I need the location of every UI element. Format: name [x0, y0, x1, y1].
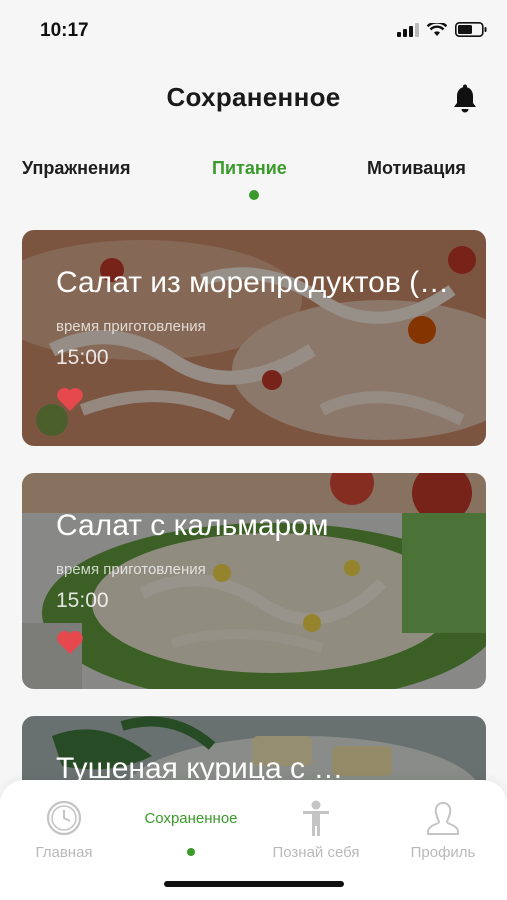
tab-bar: Упражнения Питание Мотивация — [0, 158, 507, 208]
profile-icon — [427, 801, 459, 835]
bell-icon[interactable] — [451, 84, 479, 114]
heart-icon[interactable] — [56, 386, 84, 412]
nav-item-home[interactable]: Главная — [4, 780, 124, 880]
heart-icon[interactable] — [56, 629, 84, 655]
status-time: 10:17 — [40, 20, 89, 41]
nav-item-profile[interactable]: Профиль — [383, 780, 503, 880]
wifi-icon — [427, 22, 447, 36]
active-nav-indicator — [187, 848, 195, 856]
nav-item-saved[interactable]: Сохраненное — [131, 780, 251, 880]
status-bar: 10:17 — [0, 0, 507, 60]
signal-icon — [397, 22, 419, 37]
tab-motivation[interactable]: Мотивация — [367, 158, 466, 179]
tab-nutrition[interactable]: Питание — [212, 158, 287, 179]
recipe-card[interactable]: Салат с кальмаром время приготовления 15… — [22, 473, 486, 689]
person-icon — [303, 800, 329, 836]
recipe-title: Салат из морепродуктов (… — [56, 266, 450, 299]
page-title: Сохраненное — [166, 82, 341, 112]
recipe-title: Салат с кальмаром — [56, 509, 329, 542]
nav-label-know-yourself: Познай себя — [272, 844, 360, 861]
recipe-subtitle: время приготовления — [56, 561, 206, 578]
nav-label-home: Главная — [35, 844, 93, 861]
recipe-subtitle: время приготовления — [56, 318, 206, 335]
recipe-time: 15:00 — [56, 346, 109, 369]
nav-label-saved: Сохраненное — [144, 810, 238, 827]
recipe-time: 15:00 — [56, 589, 109, 612]
clock-icon — [46, 800, 82, 836]
home-indicator — [164, 881, 344, 887]
battery-icon — [455, 22, 487, 37]
status-icons — [397, 22, 487, 37]
active-tab-indicator — [249, 190, 259, 200]
nav-item-know-yourself[interactable]: Познай себя — [256, 780, 376, 880]
tab-exercises[interactable]: Упражнения — [22, 158, 130, 179]
nav-label-profile: Профиль — [410, 844, 476, 861]
recipe-card[interactable]: Салат из морепродуктов (… время приготов… — [22, 230, 486, 446]
